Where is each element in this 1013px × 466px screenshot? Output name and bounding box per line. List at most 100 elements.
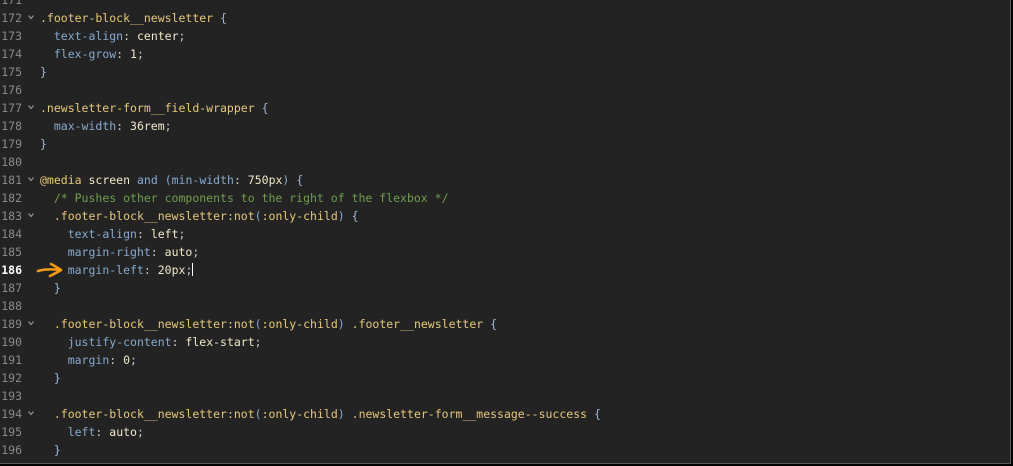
code-line[interactable]: 180: [0, 153, 1010, 171]
code-token: ;: [185, 263, 193, 277]
code-line[interactable]: 171: [0, 0, 1010, 9]
code-line[interactable]: 192 }: [0, 369, 1010, 387]
code-line[interactable]: 177 .newsletter-form__field-wrapper {: [0, 99, 1010, 117]
code-token: {: [593, 407, 601, 421]
code-line[interactable]: 189 .footer-block__newsletter:not(:only-…: [0, 315, 1010, 333]
code-token: margin-right: [67, 245, 151, 259]
code-token: 1: [130, 47, 137, 61]
code-token: auto: [109, 425, 137, 439]
code-text: .footer-block__newsletter {: [40, 9, 227, 27]
code-token: ): [337, 407, 345, 421]
line-number: 194: [1, 407, 22, 421]
code-line[interactable]: 185 margin-right: auto;: [0, 243, 1010, 261]
code-line[interactable]: 179}: [0, 135, 1010, 153]
line-number: 186: [1, 263, 22, 277]
code-text: }: [40, 63, 47, 81]
line-number: 171: [1, 0, 22, 7]
code-token: :only-child: [261, 209, 338, 223]
code-line[interactable]: 187 }: [0, 279, 1010, 297]
fold-chevron-icon[interactable]: [27, 319, 35, 327]
code-token: }: [40, 137, 47, 151]
code-token: .newsletter-form__message--success: [351, 407, 588, 421]
line-number: 193: [1, 389, 22, 403]
code-token: ;: [130, 353, 137, 367]
code-token: ;: [254, 335, 262, 349]
code-line[interactable]: 194 .footer-block__newsletter:not(:only-…: [0, 405, 1010, 423]
fold-chevron-icon[interactable]: [27, 175, 35, 183]
code-line[interactable]: 178 max-width: 36rem;: [0, 117, 1010, 135]
line-number: 182: [1, 191, 22, 205]
code-line[interactable]: 184 text-align: left;: [0, 225, 1010, 243]
code-line[interactable]: 172 .footer-block__newsletter {: [0, 9, 1010, 27]
code-token: ;: [164, 119, 172, 133]
code-text: }: [40, 369, 61, 387]
code-token: :: [171, 335, 186, 349]
code-line[interactable]: 195 left: auto;: [0, 423, 1010, 441]
code-token: (: [254, 209, 262, 223]
code-token: :: [116, 47, 131, 61]
line-number: 176: [1, 83, 22, 97]
code-text: text-align: center;: [40, 27, 186, 45]
code-line[interactable]: 188: [0, 297, 1010, 315]
code-line[interactable]: 182 /* Pushes other components to the ri…: [0, 189, 1010, 207]
code-token: ;: [178, 29, 186, 43]
code-line[interactable]: 193: [0, 387, 1010, 405]
code-token: :: [116, 119, 131, 133]
line-number: 178: [1, 119, 22, 133]
code-token: /* Pushes other components to the right …: [53, 191, 449, 205]
code-line[interactable]: 190 justify-content: flex-start;: [0, 333, 1010, 351]
code-text: }: [40, 441, 61, 459]
code-token: flex-start: [185, 335, 255, 349]
code-token: {: [220, 11, 227, 25]
line-number: 191: [1, 353, 22, 367]
code-token: auto: [164, 245, 193, 259]
code-token: }: [40, 65, 47, 79]
fold-chevron-icon[interactable]: [27, 409, 35, 417]
code-line[interactable]: 176: [0, 81, 1010, 99]
line-number: 192: [1, 371, 22, 385]
line-number: 175: [1, 65, 22, 79]
code-token: text-align: [53, 29, 124, 43]
line-number: 180: [1, 155, 22, 169]
code-line[interactable]: 183 .footer-block__newsletter:not(:only-…: [0, 207, 1010, 225]
fold-chevron-icon[interactable]: [27, 13, 35, 21]
code-editor[interactable]: 171 172 .footer-block__newsletter {173 tex…: [0, 0, 1011, 464]
code-text: margin: 0;: [40, 351, 137, 369]
code-text: justify-content: flex-start;: [40, 333, 262, 351]
code-token: ;: [178, 227, 186, 241]
code-line[interactable]: 191 margin: 0;: [0, 351, 1010, 369]
code-token: :: [233, 173, 248, 187]
code-token: screen: [88, 173, 131, 187]
code-line[interactable]: 181 @media screen and (min-width: 750px) …: [0, 171, 1010, 189]
line-number: 190: [1, 335, 22, 349]
code-line[interactable]: 175}: [0, 63, 1010, 81]
code-token: (: [254, 317, 262, 331]
code-token: left: [150, 227, 179, 241]
code-token: margin: [67, 353, 110, 367]
code-token: .newsletter-form__field-wrapper: [40, 101, 255, 115]
text-caret: [192, 263, 194, 276]
code-line[interactable]: 174 flex-grow: 1;: [0, 45, 1010, 63]
code-token: ;: [192, 245, 200, 259]
code-text: @media screen and (min-width: 750px) {: [40, 171, 303, 189]
code-token: 750px: [247, 173, 283, 187]
fold-chevron-icon[interactable]: [27, 103, 35, 111]
code-line[interactable]: 186 margin-left: 20px;: [0, 261, 1010, 279]
code-token: ;: [136, 47, 144, 61]
code-line[interactable]: 173 text-align: center;: [0, 27, 1010, 45]
code-token: max-width: [53, 119, 117, 133]
code-token: 20px: [157, 263, 186, 277]
line-number: 173: [1, 29, 22, 43]
code-token: :: [109, 353, 124, 367]
fold-chevron-icon[interactable]: [27, 211, 35, 219]
code-line[interactable]: 196 }: [0, 441, 1010, 459]
